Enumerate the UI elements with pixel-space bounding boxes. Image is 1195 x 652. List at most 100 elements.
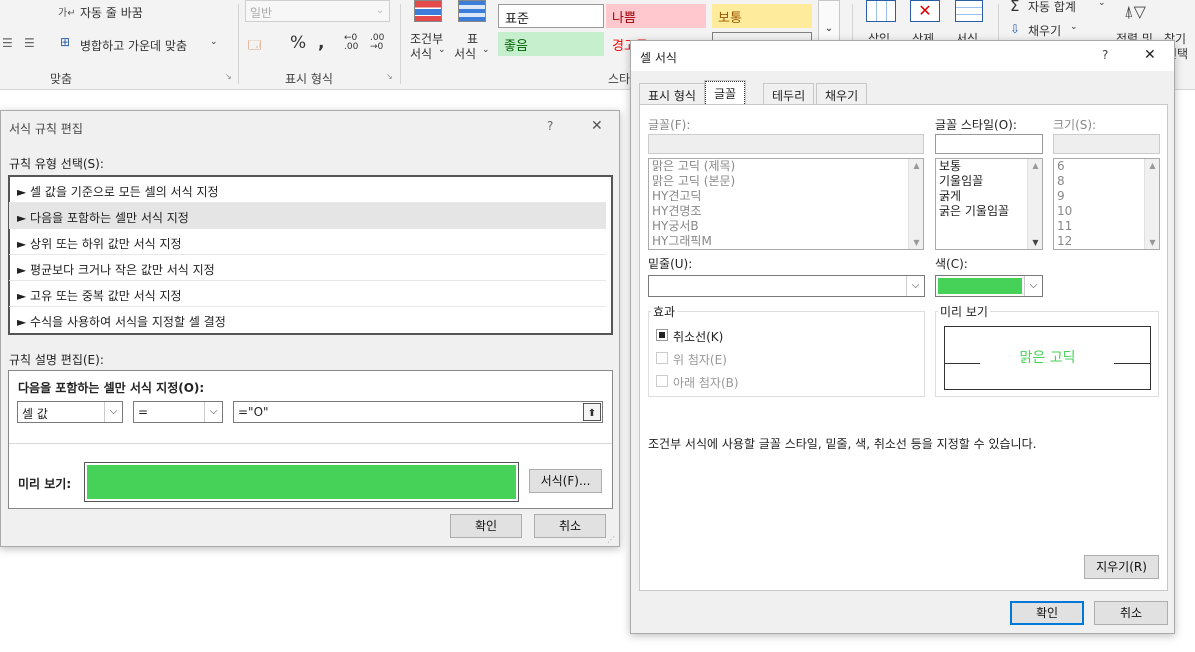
merge-center-button[interactable]: 병합하고 가운데 맞춤 <box>80 37 187 54</box>
help-icon[interactable]: ? <box>547 119 553 133</box>
subscript-checkbox[interactable] <box>656 375 668 387</box>
operator-select[interactable]: = ⌵ <box>133 401 223 423</box>
rule-type-item[interactable]: ► 수식을 사용하여 서식을 지정할 셀 결정 <box>9 307 606 333</box>
autosum-button[interactable]: 자동 합계 <box>1028 0 1076 15</box>
wrap-text-icon[interactable]: 가↵ <box>58 4 76 19</box>
font-item[interactable]: HY견고딕 <box>649 189 923 204</box>
style-neutral-label: 보통 <box>718 11 742 26</box>
scroll-down-icon[interactable]: ▼ <box>1028 238 1043 247</box>
rule-type-label: 규칙 유형 선택(S): <box>9 157 104 171</box>
font-style-input[interactable] <box>935 134 1043 154</box>
scroll-up-icon[interactable]: ▲ <box>909 161 923 170</box>
conditional-format-button-line2[interactable]: 서식 <box>410 45 432 62</box>
increase-decimal-icon[interactable]: ←0.00 <box>344 34 358 52</box>
font-preview-box: 맑은 고딕 <box>944 326 1151 390</box>
chevron-down-icon: ⌄ <box>1098 0 1106 8</box>
tab-font[interactable]: 글꼴 <box>703 80 747 107</box>
condition-field-select[interactable]: 셀 값 ⌵ <box>17 401 123 423</box>
close-icon[interactable]: ✕ <box>591 118 603 134</box>
fill-icon[interactable]: ⇩ <box>1010 22 1020 36</box>
superscript-checkbox[interactable] <box>656 352 668 364</box>
range-picker-icon[interactable]: ⬆ <box>583 403 601 421</box>
resize-grip-icon[interactable]: ⋰ <box>607 535 615 544</box>
dialog-launcher-icon[interactable]: ↘ <box>225 72 232 81</box>
scroll-down-icon[interactable]: ▼ <box>909 238 923 247</box>
color-swatch <box>938 278 1022 294</box>
number-format-value: 일반 <box>250 6 273 20</box>
strikethrough-label[interactable]: 취소선(K) <box>673 328 723 345</box>
font-style-list[interactable]: 보통 기울임꼴 굵게 굵은 기울임꼴 ▲ ▼ <box>935 158 1043 250</box>
clear-button[interactable]: 지우기(R) <box>1084 555 1159 579</box>
ok-button[interactable]: 확인 <box>450 514 522 538</box>
close-icon[interactable]: ✕ <box>1144 47 1156 63</box>
decrease-decimal-icon[interactable]: .00 →0 <box>370 34 384 52</box>
rule-type-item[interactable]: ► 셀 값을 기준으로 모든 셀의 서식 지정 <box>9 177 606 203</box>
style-bad[interactable]: 나쁨 <box>606 4 706 28</box>
font-input[interactable] <box>648 134 924 154</box>
font-item[interactable]: HY견명조 <box>649 204 923 219</box>
format-as-table-icon[interactable] <box>458 0 486 22</box>
autosum-icon[interactable]: Σ <box>1010 0 1019 15</box>
scrollbar[interactable]: ▲ ▼ <box>908 159 923 249</box>
conditional-format-icon[interactable] <box>414 0 442 22</box>
underline-label: 밑줄(U): <box>648 257 693 271</box>
format-as-table-button-line2[interactable]: 서식 <box>454 45 476 62</box>
help-icon[interactable]: ? <box>1102 48 1108 62</box>
dialog-launcher-icon[interactable]: ↘ <box>386 72 393 81</box>
format-cells-dialog: 셀 서식 ? ✕ 표시 형식 글꼴 테두리 채우기 글꼴(F): 맑은 고딕 (… <box>630 40 1175 634</box>
value-input[interactable]: ="O" ⬆ <box>233 401 603 423</box>
increase-indent-icon[interactable]: ☰ <box>24 36 35 50</box>
scroll-up-icon[interactable]: ▲ <box>1145 161 1159 170</box>
rule-type-item[interactable]: ► 평균보다 크거나 작은 값만 서식 지정 <box>9 255 606 281</box>
decrease-indent-icon[interactable]: ☰ <box>2 36 13 50</box>
percent-button[interactable]: % <box>290 33 306 53</box>
scrollbar[interactable]: ▲ ▼ <box>1027 159 1042 249</box>
style-normal[interactable]: 표준 <box>498 4 604 28</box>
preview-label: 미리 보기 <box>938 303 990 320</box>
rule-type-item[interactable]: ► 고유 또는 중복 값만 서식 지정 <box>9 281 606 307</box>
rule-type-item[interactable]: ► 상위 또는 하위 값만 서식 지정 <box>9 229 606 255</box>
format-cells-icon[interactable] <box>955 0 983 22</box>
tab-border[interactable]: 테두리 <box>763 83 815 105</box>
subscript-label[interactable]: 아래 첨자(B) <box>673 374 739 391</box>
fill-button[interactable]: 채우기 <box>1028 22 1061 39</box>
accounting-icon[interactable]: 🗔 <box>248 36 261 57</box>
scrollbar[interactable]: ▲ ▼ <box>1144 159 1159 249</box>
preview-baseline-right <box>1114 363 1150 364</box>
font-style-label: 글꼴 스타일(O): <box>935 118 1017 132</box>
merge-center-icon[interactable]: ⊞ <box>60 35 70 49</box>
info-text: 조건부 서식에 사용할 글꼴 스타일, 밑줄, 색, 취소선 등을 지정할 수 … <box>648 437 1037 451</box>
number-group-label: 표시 형식 <box>285 72 333 86</box>
cancel-button[interactable]: 취소 <box>534 514 606 538</box>
superscript-label[interactable]: 위 첨자(E) <box>673 351 727 368</box>
wrap-text-button[interactable]: 자동 줄 바꿈 <box>80 4 143 21</box>
underline-select[interactable]: ⌵ <box>648 275 925 297</box>
chevron-down-icon: ⌵ <box>104 402 122 422</box>
cancel-button[interactable]: 취소 <box>1094 601 1168 625</box>
sort-filter-icon[interactable]: ⍋▽ <box>1124 2 1146 22</box>
rule-type-item[interactable]: ► 다음을 포함하는 셀만 서식 지정 <box>9 203 606 229</box>
font-item[interactable]: 맑은 고딕 (제목) <box>649 159 923 174</box>
scroll-down-icon[interactable]: ▼ <box>1145 238 1159 247</box>
tab-number[interactable]: 표시 형식 <box>639 83 705 105</box>
color-label: 색(C): <box>935 257 968 271</box>
font-item[interactable]: HY궁서B <box>649 219 923 234</box>
format-button[interactable]: 서식(F)... <box>529 469 602 493</box>
merge-dropdown-icon[interactable]: ⌄ <box>210 37 218 47</box>
color-select[interactable]: ⌵ <box>935 275 1043 297</box>
style-neutral[interactable]: 보통 <box>712 4 812 28</box>
insert-cells-icon[interactable] <box>866 0 896 22</box>
comma-icon[interactable]: , <box>318 33 324 53</box>
size-list[interactable]: 6 8 9 10 11 12 ▲ ▼ <box>1053 158 1160 250</box>
style-good[interactable]: 좋음 <box>498 32 604 56</box>
size-input[interactable] <box>1053 134 1160 154</box>
tab-fill[interactable]: 채우기 <box>816 83 868 105</box>
font-item[interactable]: HY그래픽M <box>649 234 923 249</box>
number-format-select[interactable]: 일반 ⌄ <box>245 0 390 22</box>
scroll-up-icon[interactable]: ▲ <box>1028 161 1043 170</box>
strikethrough-checkbox[interactable] <box>656 329 668 341</box>
font-list[interactable]: 맑은 고딕 (제목) 맑은 고딕 (본문) HY견고딕 HY견명조 HY궁서B … <box>648 158 924 250</box>
font-item[interactable]: 맑은 고딕 (본문) <box>649 174 923 189</box>
ok-button[interactable]: 확인 <box>1010 601 1084 625</box>
delete-cells-icon[interactable]: ✕ <box>910 0 940 22</box>
